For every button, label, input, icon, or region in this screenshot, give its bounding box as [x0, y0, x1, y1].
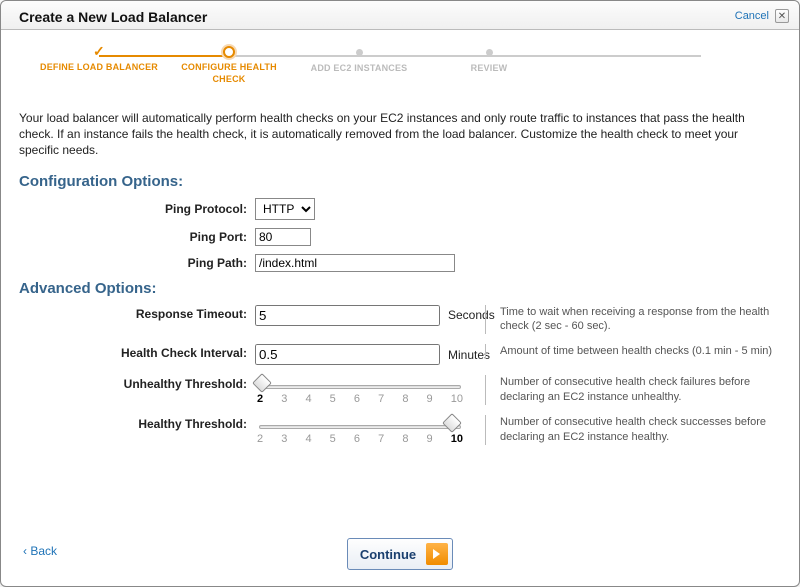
- row-response-timeout: Response Timeout: Seconds Time to wait w…: [19, 305, 781, 335]
- interval-control: Minutes: [255, 344, 485, 365]
- interval-unit: Minutes: [448, 348, 490, 362]
- unhealthy-slider[interactable]: 2 3 4 5 6 7 8 9 10: [255, 375, 465, 405]
- unhealthy-control: 2 3 4 5 6 7 8 9 10: [255, 375, 485, 405]
- pending-step-icon: [356, 49, 363, 56]
- slider-tick: 10: [451, 433, 463, 445]
- wizard-stepper: ✓ DEFINE LOAD BALANCER CONFIGURE HEALTH …: [39, 46, 761, 96]
- healthy-help: Number of consecutive health check succe…: [485, 415, 781, 445]
- step-define-load-balancer[interactable]: ✓ DEFINE LOAD BALANCER: [39, 46, 159, 74]
- step-review[interactable]: REVIEW: [429, 46, 549, 75]
- step-label: ADD EC2 INSTANCES: [311, 63, 408, 73]
- slider-tick: 9: [427, 393, 433, 405]
- slider-tick: 10: [451, 393, 463, 405]
- back-link[interactable]: ‹ Back: [23, 544, 57, 558]
- slider-tick: 6: [354, 433, 360, 445]
- dialog-body: ✓ DEFINE LOAD BALANCER CONFIGURE HEALTH …: [1, 30, 799, 524]
- ping-path-label: Ping Path:: [19, 256, 255, 270]
- slider-tick: 8: [402, 433, 408, 445]
- slider-tick: 5: [330, 433, 336, 445]
- cancel-link[interactable]: Cancel: [735, 10, 769, 22]
- interval-label: Health Check Interval:: [19, 344, 255, 360]
- current-step-icon: [223, 46, 235, 58]
- checkmark-icon: ✓: [93, 46, 105, 58]
- slider-tick: 3: [281, 393, 287, 405]
- healthy-control: 2 3 4 5 6 7 8 9 10: [255, 415, 485, 445]
- step-label: CONFIGURE HEALTH CHECK: [181, 62, 277, 84]
- slider-handle-icon[interactable]: [442, 413, 462, 433]
- response-timeout-control: Seconds: [255, 305, 485, 326]
- continue-button[interactable]: Continue: [347, 538, 453, 570]
- response-timeout-label: Response Timeout:: [19, 305, 255, 321]
- ping-path-input[interactable]: [255, 254, 455, 272]
- ping-protocol-select[interactable]: HTTP: [255, 198, 315, 220]
- step-configure-health-check[interactable]: CONFIGURE HEALTH CHECK: [169, 46, 289, 85]
- row-ping-path: Ping Path:: [19, 254, 781, 272]
- slider-tick: 6: [354, 393, 360, 405]
- row-ping-port: Ping Port:: [19, 228, 781, 246]
- continue-button-label: Continue: [360, 547, 416, 562]
- step-add-ec2-instances[interactable]: ADD EC2 INSTANCES: [299, 46, 419, 75]
- slider-handle-icon[interactable]: [252, 373, 272, 393]
- unhealthy-label: Unhealthy Threshold:: [19, 375, 255, 391]
- row-unhealthy-threshold: Unhealthy Threshold: 2 3 4 5 6 7 8 9 10 Number o…: [19, 375, 781, 405]
- dialog: Create a New Load Balancer Cancel ✕ ✓ DE…: [0, 0, 800, 587]
- slider-tick: 8: [402, 393, 408, 405]
- slider-tick: 7: [378, 433, 384, 445]
- intro-text: Your load balancer will automatically pe…: [19, 110, 781, 159]
- row-health-check-interval: Health Check Interval: Minutes Amount of…: [19, 344, 781, 365]
- slider-track: [259, 385, 461, 389]
- row-ping-protocol: Ping Protocol: HTTP: [19, 198, 781, 220]
- unhealthy-help: Number of consecutive health check failu…: [485, 375, 781, 405]
- slider-track: [259, 425, 461, 429]
- slider-tick: 3: [281, 433, 287, 445]
- slider-tick: 4: [305, 393, 311, 405]
- advanced-heading: Advanced Options:: [19, 280, 781, 297]
- slider-tick: 2: [257, 393, 263, 405]
- pending-step-icon: [486, 49, 493, 56]
- close-icon[interactable]: ✕: [775, 9, 789, 23]
- slider-tick: 5: [330, 393, 336, 405]
- slider-tick: 4: [305, 433, 311, 445]
- arrow-right-icon: [426, 543, 448, 565]
- ping-port-label: Ping Port:: [19, 230, 255, 244]
- dialog-header: Create a New Load Balancer Cancel ✕: [1, 1, 799, 30]
- response-timeout-help: Time to wait when receiving a response f…: [485, 305, 781, 335]
- interval-input[interactable]: [255, 344, 440, 365]
- step-label: REVIEW: [471, 63, 508, 73]
- dialog-close-group: Cancel ✕: [735, 9, 789, 23]
- config-heading: Configuration Options:: [19, 173, 781, 190]
- step-label: DEFINE LOAD BALANCER: [40, 62, 158, 72]
- ping-protocol-label: Ping Protocol:: [19, 202, 255, 216]
- slider-tick: 2: [257, 433, 263, 445]
- healthy-label: Healthy Threshold:: [19, 415, 255, 431]
- ping-port-input[interactable]: [255, 228, 311, 246]
- slider-tick: 9: [427, 433, 433, 445]
- slider-ticks: 2 3 4 5 6 7 8 9 10: [255, 433, 465, 445]
- dialog-title: Create a New Load Balancer: [19, 9, 207, 25]
- row-healthy-threshold: Healthy Threshold: 2 3 4 5 6 7 8 9 10 Number of …: [19, 415, 781, 445]
- slider-ticks: 2 3 4 5 6 7 8 9 10: [255, 393, 465, 405]
- slider-tick: 7: [378, 393, 384, 405]
- response-timeout-input[interactable]: [255, 305, 440, 326]
- healthy-slider[interactable]: 2 3 4 5 6 7 8 9 10: [255, 415, 465, 445]
- interval-help: Amount of time between health checks (0.…: [485, 344, 781, 359]
- dialog-footer: ‹ Back Continue: [1, 524, 799, 586]
